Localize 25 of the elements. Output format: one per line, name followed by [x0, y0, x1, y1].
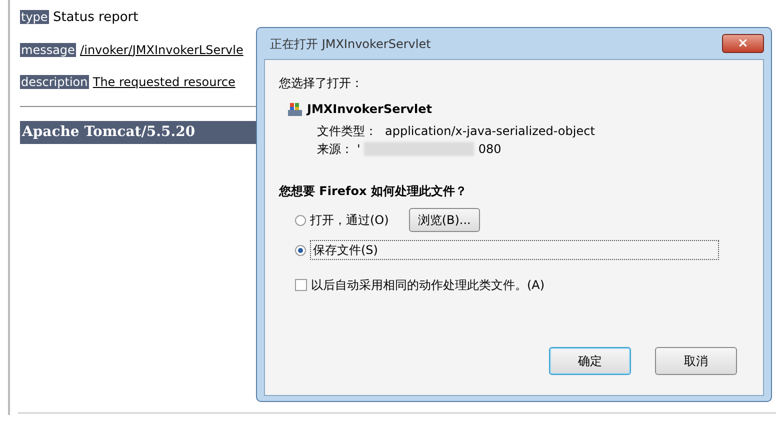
- file-name: JMXInvokerServlet: [307, 101, 432, 118]
- field-label: description: [20, 75, 89, 89]
- window-title: 正在打开 JMXInvokerServlet: [270, 36, 431, 52]
- type-label: 文件类型：: [317, 123, 377, 140]
- dialog-button[interactable]: 取消: [655, 347, 737, 375]
- field-label: type: [20, 10, 49, 24]
- field-value: Status report: [52, 10, 138, 25]
- source-label: 来源：: [317, 141, 353, 158]
- radio-button[interactable]: [295, 214, 306, 226]
- radio-button[interactable]: [295, 244, 306, 256]
- field-label: message: [20, 42, 76, 56]
- checkbox-label[interactable]: 以后自动采用相同的动作处理此类文件。(A): [311, 276, 545, 294]
- browse-button[interactable]: 浏览(B)...: [408, 208, 480, 232]
- question-text: 您想要 Firefox 如何处理此文件？: [279, 183, 468, 200]
- source-value: 080: [478, 141, 502, 158]
- link[interactable]: The requested resource: [92, 75, 236, 89]
- source-value: ': [357, 141, 360, 158]
- link[interactable]: /invoker/JMXInvokerLServle: [80, 42, 244, 56]
- option-label[interactable]: 保存文件(S): [310, 240, 719, 260]
- file-icon: [287, 101, 303, 117]
- intro-text: 您选择了打开：: [279, 75, 364, 92]
- dialog-button[interactable]: 确定: [549, 347, 631, 375]
- type-value: application/x-java-serialized-object: [385, 123, 595, 140]
- checkbox[interactable]: [295, 279, 307, 291]
- option-label[interactable]: 打开，通过(O): [310, 211, 389, 229]
